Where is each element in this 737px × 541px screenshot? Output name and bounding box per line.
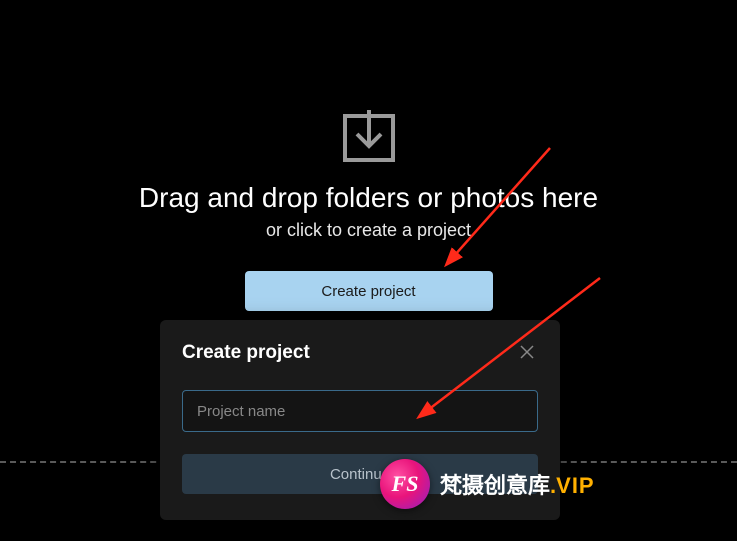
watermark-vip: VIP: [556, 473, 594, 498]
close-button[interactable]: [516, 342, 538, 364]
drop-headline: Drag and drop folders or photos here: [139, 182, 598, 214]
watermark-text: 梵摄创意库.VIP: [440, 468, 595, 500]
project-name-input[interactable]: [182, 390, 538, 432]
drop-subline: or click to create a project: [266, 220, 471, 241]
create-project-button[interactable]: Create project: [245, 271, 493, 311]
watermark-cn: 梵摄创意库: [440, 473, 550, 498]
modal-header: Create project: [182, 342, 538, 364]
import-icon: [339, 110, 399, 166]
watermark: FS 梵摄创意库.VIP: [380, 459, 595, 509]
watermark-badge: FS: [380, 459, 430, 509]
close-icon: [520, 345, 534, 362]
modal-title: Create project: [182, 342, 310, 364]
